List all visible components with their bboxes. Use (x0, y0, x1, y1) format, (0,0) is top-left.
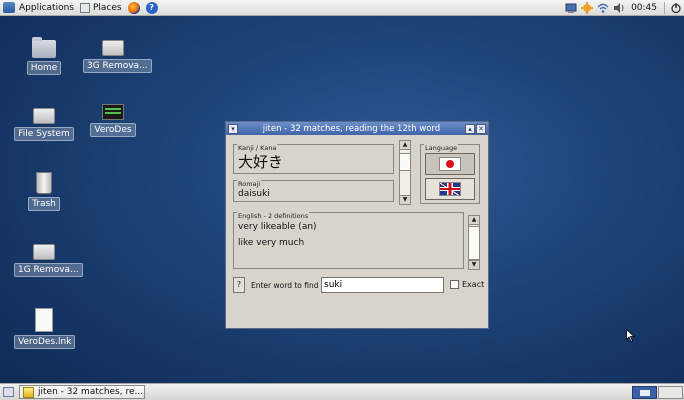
top-panel: Applications Places ? 00:45 (0, 0, 684, 16)
desktop-icon-label: VeroDes (90, 123, 136, 137)
desktop-icon-label: Trash (28, 197, 60, 211)
kanji-kana-group: Kanji / Kana 大好き (233, 144, 394, 174)
places-icon (79, 2, 90, 13)
english-language-button[interactable] (425, 178, 475, 200)
removable-drive-icon (102, 40, 124, 56)
english-definitions-label: English - 2 definitions (237, 212, 310, 220)
definitions-scrollbar[interactable]: ▲ ▼ (468, 215, 480, 270)
desktop-icon-verodes[interactable]: VeroDes (83, 104, 143, 137)
workspace-1-button[interactable] (632, 386, 657, 399)
terminal-icon (102, 104, 124, 120)
taskbar-window-label: jiten - 32 matches, re... (38, 387, 144, 397)
japanese-language-button[interactable] (425, 153, 475, 175)
language-label: Language (424, 144, 459, 152)
uk-flag-icon (439, 182, 461, 196)
english-definitions-group: English - 2 definitions very likeable (a… (233, 212, 464, 269)
show-desktop-icon[interactable] (3, 387, 14, 397)
exact-checkbox[interactable] (450, 280, 459, 289)
japan-flag-icon (439, 157, 461, 171)
scroll-thumb[interactable] (400, 153, 410, 171)
panel-separator (664, 2, 665, 14)
removable-drive-icon (33, 244, 55, 260)
taskbar-window-button[interactable]: jiten - 32 matches, re... (19, 385, 145, 399)
file-icon (35, 308, 53, 332)
scroll-up-arrow[interactable]: ▲ (400, 141, 410, 150)
maximize-button[interactable]: ▴ (465, 123, 475, 134)
applications-label: Applications (19, 2, 74, 13)
jiten-app-icon (23, 386, 34, 398)
scroll-up-arrow[interactable]: ▲ (469, 216, 479, 225)
kanji-kana-value: 大好き (238, 153, 284, 171)
scroll-down-arrow[interactable]: ▼ (469, 260, 479, 269)
gnome-foot-icon (3, 2, 15, 13)
workspace-2-button[interactable] (658, 386, 683, 399)
desktop-icon-label: 3G Remova... (83, 59, 152, 73)
window-title: jiten - 32 matches, reading the 12th wor… (262, 123, 441, 134)
find-label: Enter word to find (251, 281, 319, 290)
desktop-icon-trash[interactable]: Trash (14, 172, 74, 211)
window-menu-button[interactable]: ▾ (228, 123, 238, 134)
matches-scrollbar[interactable]: ▲ ▼ (399, 140, 411, 205)
help-launcher-icon[interactable]: ? (145, 1, 158, 14)
applications-menu[interactable]: Applications (0, 0, 77, 16)
romaji-group: Romaji daisuki (233, 180, 394, 202)
bottom-panel: jiten - 32 matches, re... (0, 383, 684, 400)
home-folder-icon (32, 37, 56, 58)
places-label: Places (92, 2, 122, 13)
jiten-window: ▾ jiten - 32 matches, reading the 12th w… (225, 121, 489, 329)
network-manager-icon[interactable] (565, 2, 577, 14)
desktop-icon-3g-removable[interactable]: 3G Remova... (83, 40, 152, 73)
desktop-icon-label: Home (26, 61, 62, 75)
desktop-icon-verodes-lnk[interactable]: VeroDes.lnk (14, 308, 76, 349)
places-menu[interactable]: Places (77, 0, 125, 16)
panel-clock[interactable]: 00:45 (631, 3, 657, 13)
mouse-cursor-icon (626, 329, 635, 342)
definition-item: like very much (238, 238, 305, 248)
search-input[interactable] (321, 277, 444, 293)
definition-item: very likeable (an) (238, 222, 317, 232)
desktop-icon-1g-removable[interactable]: 1G Remova... (14, 244, 83, 277)
romaji-value: daisuki (238, 189, 270, 199)
power-icon[interactable] (670, 2, 682, 14)
desktop-icon-home[interactable]: Home (14, 37, 74, 75)
desktop-icon-label: File System (14, 127, 74, 141)
wifi-icon[interactable] (597, 2, 609, 14)
window-titlebar[interactable]: ▾ jiten - 32 matches, reading the 12th w… (226, 122, 488, 135)
help-button[interactable]: ? (233, 277, 245, 293)
scroll-down-arrow[interactable]: ▼ (400, 195, 410, 204)
romaji-label: Romaji (237, 180, 262, 188)
desktop-icon-file-system[interactable]: File System (14, 108, 74, 141)
desktop-icon-label: VeroDes.lnk (14, 335, 76, 349)
close-button[interactable]: ✕ (476, 123, 486, 134)
update-notifier-icon[interactable] (581, 2, 594, 14)
volume-icon[interactable] (613, 2, 625, 14)
firefox-launcher-icon[interactable] (127, 1, 140, 14)
desktop-icon-label: 1G Remova... (14, 263, 83, 277)
trash-icon (36, 172, 52, 194)
language-group: Language (420, 144, 480, 204)
hard-drive-icon (33, 108, 55, 124)
exact-label: Exact (462, 280, 485, 289)
system-tray: 00:45 (563, 0, 684, 16)
scroll-thumb[interactable] (469, 226, 479, 260)
